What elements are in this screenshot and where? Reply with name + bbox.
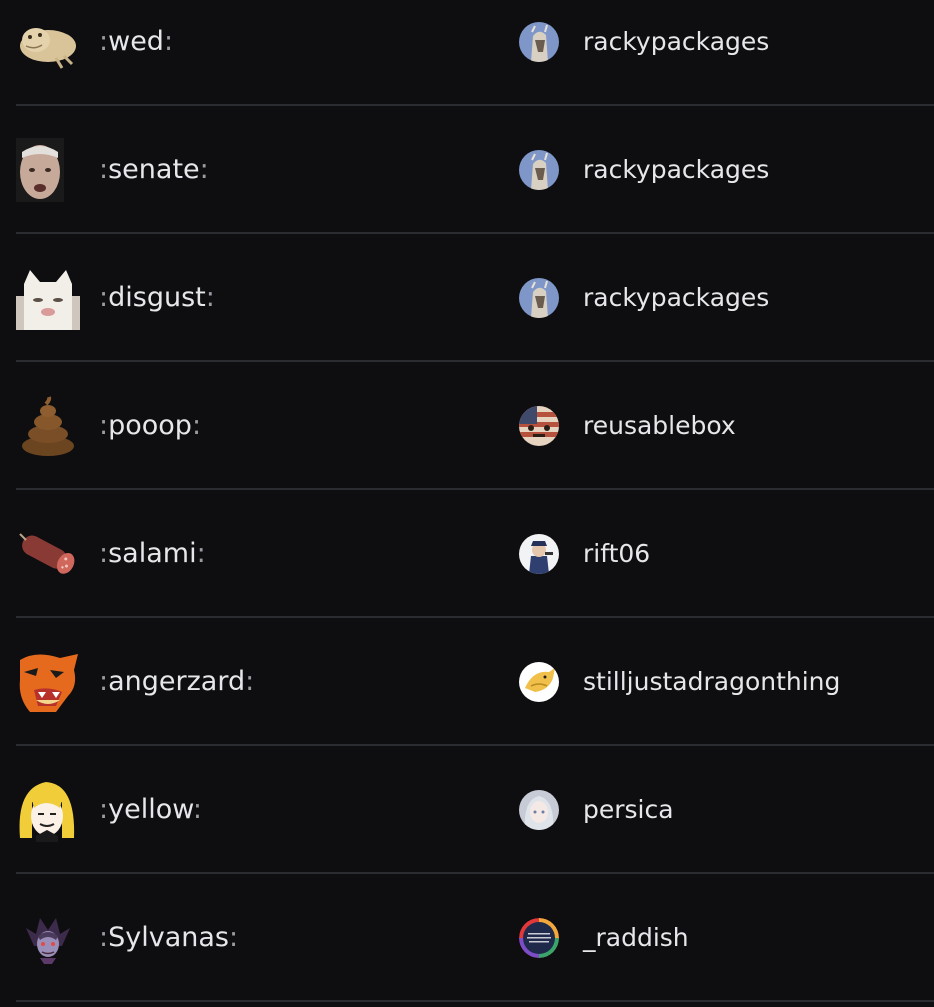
uploader[interactable]: persica [519,790,674,830]
emoji-name: :angerzard: [99,666,255,697]
uploader[interactable]: _raddish [519,918,689,958]
emoji-row-wed[interactable]: :wed: rackypackages [0,0,934,106]
emoji-row-salami[interactable]: :salami: rift06 [0,490,934,618]
username[interactable]: rift06 [583,534,650,574]
yellow-hair-girl-emoji-icon [16,778,80,842]
emoji-name: :pooop: [99,410,202,441]
silver-hair-avatar-icon [519,790,559,830]
emoji-row-senate[interactable]: :senate: rackypackages [0,106,934,234]
username[interactable]: rackypackages [583,150,769,190]
disgusted-cat-emoji-icon [16,266,80,330]
username[interactable]: _raddish [583,918,689,958]
emoji-name: :salami: [99,538,206,569]
emoji-name: :wed: [99,26,174,57]
emoji-row-disgust[interactable]: :disgust: rackypackages [0,234,934,362]
emoji-row-pooop[interactable]: :pooop: reusablebox [0,362,934,490]
senator-face-emoji-icon [16,138,80,202]
poop-emoji-icon [16,394,80,458]
soldier-avatar-icon [519,534,559,574]
uploader[interactable]: rackypackages [519,22,769,62]
uploader[interactable]: rackypackages [519,150,769,190]
emoji-name: :yellow: [99,794,202,825]
uploader[interactable]: rackypackages [519,278,769,318]
emoji-row-yellow[interactable]: :yellow: persica [0,746,934,874]
username[interactable]: stilljustadragonthing [583,662,840,702]
angry-charizard-emoji-icon [16,650,80,714]
emoji-row-sylvanas[interactable]: :Sylvanas: _raddish [0,874,934,1002]
uploader[interactable]: rift06 [519,534,650,574]
uploader[interactable]: stilljustadragonthing [519,662,840,702]
username[interactable]: rackypackages [583,22,769,62]
anime-avatar-icon [519,22,559,62]
anime-avatar-icon [519,278,559,318]
emoji-row-angerzard[interactable]: :angerzard: stilljustadragonthing [0,618,934,746]
frog-emoji-icon [16,10,80,74]
anime-avatar-icon [519,150,559,190]
sylvanas-emoji-icon [16,906,80,970]
emoji-name: :Sylvanas: [99,922,239,953]
salami-emoji-icon [16,522,80,586]
emoji-list: :wed: rackypackages:senate: rackypackag… [0,0,934,1002]
emoji-name: :senate: [99,154,209,185]
username[interactable]: reusablebox [583,406,736,446]
uploader[interactable]: reusablebox [519,406,736,446]
username[interactable]: persica [583,790,674,830]
flag-box-avatar-icon [519,406,559,446]
rainbow-ring-avatar-icon [519,918,559,958]
emoji-name: :disgust: [99,282,215,313]
dragon-avatar-icon [519,662,559,702]
username[interactable]: rackypackages [583,278,769,318]
divider [16,1000,934,1002]
